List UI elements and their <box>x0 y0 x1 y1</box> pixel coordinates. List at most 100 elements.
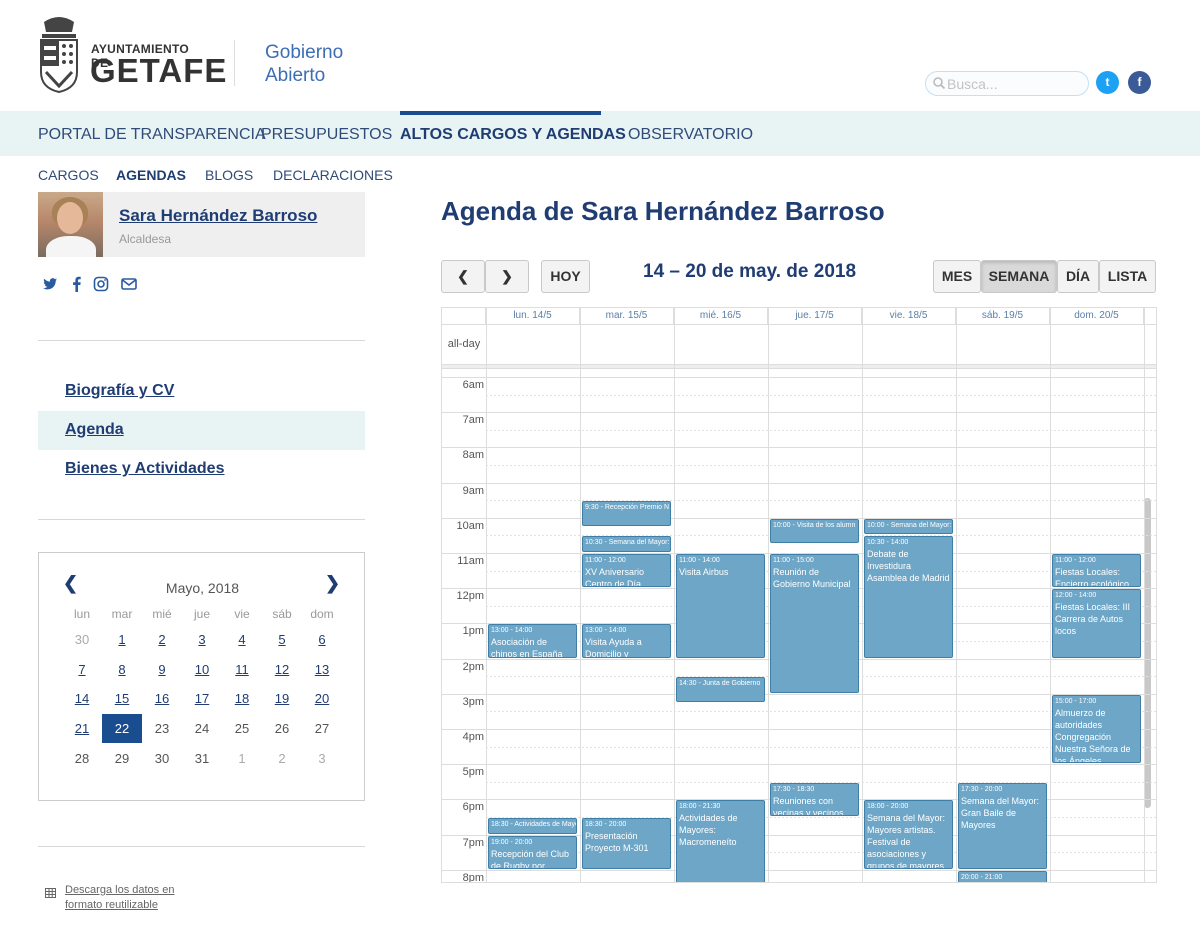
mini-calendar-day[interactable]: 7 <box>62 662 102 677</box>
subnav-agendas[interactable]: AGENDAS <box>116 167 186 183</box>
mini-calendar-day[interactable]: 11 <box>222 662 262 677</box>
mini-calendar-day[interactable]: 15 <box>102 691 142 706</box>
profile-card: Sara Hernández Barroso Alcaldesa <box>38 192 365 257</box>
day-header[interactable]: lun. 14/5 <box>486 308 580 324</box>
calendar-event[interactable]: 11:00 - 15:00 Reunión de Gobierno Municip… <box>770 554 859 693</box>
mini-calendar-day[interactable]: 14 <box>62 691 102 706</box>
view-week-button[interactable]: SEMANA <box>981 260 1057 293</box>
mini-calendar-day[interactable]: 8 <box>102 662 142 677</box>
mini-calendar-day[interactable]: 6 <box>302 632 342 647</box>
event-time: 9:30 - Recepción Premio N <box>585 504 670 512</box>
mini-calendar-day[interactable]: 5 <box>262 632 302 647</box>
mini-calendar-day[interactable]: 10 <box>182 662 222 677</box>
day-header[interactable]: mié. 16/5 <box>674 308 768 324</box>
mail-icon[interactable] <box>121 276 137 292</box>
mini-calendar-day[interactable]: 21 <box>62 721 102 736</box>
calendar-event[interactable]: 11:00 - 14:00 Visita Airbus <box>676 554 765 658</box>
nav-presupuestos[interactable]: PRESUPUESTOS <box>261 126 392 144</box>
subnav-declaraciones[interactable]: DECLARACIONES <box>273 167 393 183</box>
side-link-bienes[interactable]: Bienes y Actividades <box>65 460 224 478</box>
mini-calendar-day: 31 <box>194 750 210 766</box>
mini-calendar-day[interactable]: 22 <box>102 714 142 744</box>
profile-name-link[interactable]: Sara Hernández Barroso <box>119 206 317 226</box>
day-header[interactable]: vie. 18/5 <box>862 308 956 324</box>
facebook-icon[interactable] <box>69 276 85 292</box>
calendar-event[interactable]: 9:30 - Recepción Premio N <box>582 501 671 526</box>
event-time: 17:30 - 20:00 <box>961 785 1003 793</box>
weekday-label: vie <box>234 607 250 621</box>
mini-calendar-day[interactable]: 3 <box>182 632 222 647</box>
gobierno-abierto-title[interactable]: Gobierno Abierto <box>265 41 343 87</box>
mini-calendar-day[interactable]: 4 <box>222 632 262 647</box>
twitter-icon[interactable] <box>42 276 58 292</box>
mini-calendar-day[interactable]: 2 <box>142 632 182 647</box>
mini-calendar-day: 30 <box>154 750 170 766</box>
mini-calendar-day[interactable]: 13 <box>302 662 342 677</box>
event-time: 18:30 - Actividades de Mayo <box>491 821 577 829</box>
calendar-event[interactable]: 13:00 - 14:00 Visita Ayuda a Domicilio y <box>582 624 671 658</box>
day-header[interactable]: dom. 20/5 <box>1050 308 1144 324</box>
calendar-event[interactable]: 10:00 - Visita de los alumn <box>770 518 859 544</box>
subnav-blogs[interactable]: BLOGS <box>205 167 253 183</box>
search-input[interactable] <box>947 74 1082 93</box>
calendar-scrollbar[interactable] <box>1144 498 1151 808</box>
twitter-icon[interactable]: t <box>1096 71 1119 94</box>
instagram-icon[interactable] <box>93 276 109 292</box>
calendar-event[interactable]: 11:00 - 12:00 XV Aniversario Centro de Dí… <box>582 554 671 588</box>
calendar-event[interactable]: 12:00 - 14:00 Fiestas Locales: III Carrer… <box>1052 589 1141 658</box>
calendar-event[interactable]: 20:00 - 21:00Fiestas Locales: <box>958 870 1047 882</box>
calendar-event[interactable]: 10:30 - 14:00 Debate de Investidura Asamb… <box>864 536 953 658</box>
day-header[interactable]: mar. 15/5 <box>580 308 674 324</box>
calendar-event[interactable]: 18:30 - 20:00 Presentación Proyecto M-301 <box>582 818 671 869</box>
today-button[interactable]: HOY <box>541 260 590 293</box>
event-time: 11:00 - 15:00 <box>773 557 814 565</box>
hour-line <box>442 377 1156 379</box>
event-title: Reunión de Gobierno Municipal <box>773 567 851 590</box>
day-header[interactable]: jue. 17/5 <box>768 308 862 324</box>
facebook-icon[interactable]: f <box>1128 71 1151 94</box>
calendar-event[interactable]: 19:00 - 20:00 Recepción del Club de Rugby… <box>488 835 577 869</box>
calendar-event[interactable]: 15:00 - 17:00 Almuerzo de autoridades Con… <box>1052 694 1141 764</box>
mini-calendar-day[interactable]: 19 <box>262 691 302 706</box>
side-link-biografia[interactable]: Biografía y CV <box>65 382 174 400</box>
side-link-agenda[interactable]: Agenda <box>65 421 124 439</box>
day-header[interactable]: sáb. 19/5 <box>956 308 1050 324</box>
calendar-event[interactable]: 18:00 - 20:00 Semana del Mayor: Mayores a… <box>864 800 953 869</box>
event-time: 12:00 - 14:00 <box>1055 592 1097 600</box>
calendar-event[interactable]: 18:00 - 21:30 Actividades de Mayores: Mac… <box>676 800 765 882</box>
calendar-event[interactable]: 17:30 - 20:00 Semana del Mayor: Gran Bail… <box>958 782 1047 869</box>
hour-line <box>442 764 1156 766</box>
subnav-cargos[interactable]: CARGOS <box>38 167 99 183</box>
event-time: 19:00 - 20:00 <box>491 838 533 846</box>
mini-calendar-day: 30 <box>74 632 90 648</box>
calendar-event[interactable]: 13:00 - 14:00 Asociación de chinos en Esp… <box>488 624 577 658</box>
mini-calendar-day[interactable]: 9 <box>142 662 182 677</box>
nav-altos-cargos-agendas[interactable]: ALTOS CARGOS Y AGENDAS <box>400 126 626 144</box>
mini-calendar-day[interactable]: 1 <box>102 632 142 647</box>
next-week-button[interactable]: ❯ <box>485 260 529 293</box>
nav-observatorio[interactable]: OBSERVATORIO <box>628 126 753 144</box>
calendar-event[interactable]: 14:30 - Junta de Gobierno <box>676 677 765 702</box>
mini-calendar-day[interactable]: 20 <box>302 691 342 706</box>
calendar-event[interactable]: 11:00 - 12:00 Fiestas Locales: Encierro e… <box>1052 554 1141 588</box>
mini-calendar-day[interactable]: 12 <box>262 662 302 677</box>
time-label: 8pm <box>462 871 484 883</box>
view-day-button[interactable]: DÍA <box>1057 260 1099 293</box>
view-month-button[interactable]: MES <box>933 260 981 293</box>
calendar-event[interactable]: 17:30 - 18:30 Reuniones con vecinas y vec… <box>770 782 859 817</box>
event-title: Semana del Mayor: Gran Baile de Mayores <box>961 795 1040 830</box>
calendar-event[interactable]: 10:30 - Semana del Mayor: <box>582 536 671 553</box>
calendar-event[interactable]: 18:30 - Actividades de Mayo <box>488 818 577 834</box>
calendar-event[interactable]: 10:00 - Semana del Mayor: <box>864 518 953 535</box>
mini-calendar-day[interactable]: 16 <box>142 691 182 706</box>
nav-portal-transparencia[interactable]: PORTAL DE TRANSPARENCIA <box>38 126 266 144</box>
view-list-button[interactable]: LISTA <box>1099 260 1156 293</box>
mini-calendar-day[interactable]: 17 <box>182 691 222 706</box>
mini-calendar-day[interactable]: 18 <box>222 691 262 706</box>
mini-calendar-day: 26 <box>274 721 290 737</box>
half-hour-line <box>486 465 1156 467</box>
getafe-logo[interactable]: AYUNTAMIENTO DE GETAFE <box>38 12 226 96</box>
event-time: 10:30 - 14:00 <box>867 539 909 547</box>
active-nav-indicator <box>400 111 601 115</box>
prev-week-button[interactable]: ❮ <box>441 260 485 293</box>
